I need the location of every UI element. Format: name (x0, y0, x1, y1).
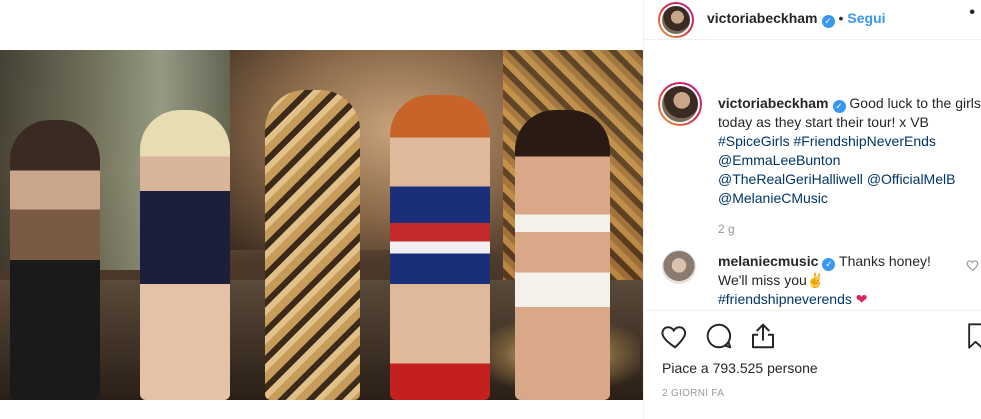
performer-2 (140, 110, 230, 400)
post-photo[interactable] (0, 50, 643, 400)
author-username[interactable]: victoriabeckham (707, 10, 818, 26)
performer-5 (515, 110, 610, 400)
bookmark-icon[interactable] (968, 321, 981, 351)
victory-hand-emoji: ✌ (806, 272, 825, 288)
mention-link[interactable]: @EmmaLeeBunton (718, 152, 840, 168)
header-name-row: victoriabeckham ✓ • Segui (707, 10, 886, 28)
heart-icon[interactable] (660, 321, 690, 351)
caption-username[interactable]: victoriabeckham (718, 95, 829, 111)
commenter-avatar[interactable] (662, 250, 696, 284)
mention-link[interactable]: @OfficialMelB (867, 171, 956, 187)
mention-link[interactable]: @TheRealGeriHalliwell (718, 171, 863, 187)
comment-body-line-1: Thanks honey! (839, 253, 931, 269)
share-icon[interactable] (748, 321, 778, 351)
verified-badge-icon: ✓ (821, 15, 835, 28)
comment-icon[interactable] (704, 321, 734, 351)
mention-link[interactable]: @MelanieCMusic (718, 190, 828, 206)
comments-section: victoriabeckham ✓ Good luck to the girls … (644, 72, 981, 310)
caption-time-ago: 2 g (718, 222, 735, 236)
comment-body-line-2: We'll miss you (718, 272, 807, 288)
performer-4 (390, 95, 490, 400)
commenter-username[interactable]: melaniecmusic (718, 253, 818, 269)
comment-text: melaniecmusic ✓ Thanks honey! We'll miss … (718, 252, 973, 309)
hashtag-link[interactable]: #FriendshipNeverEnds (793, 133, 935, 149)
red-heart-emoji: ❤ (855, 291, 868, 307)
photo-pane (0, 0, 643, 419)
verified-badge-icon: ✓ (832, 100, 846, 113)
hashtag-link[interactable]: #friendshipneverends (718, 291, 852, 307)
hashtag-link[interactable]: #SpiceGirls (718, 133, 790, 149)
more-options-icon[interactable]: • (969, 4, 976, 22)
author-avatar[interactable] (658, 2, 694, 38)
post-header: victoriabeckham ✓ • Segui • (644, 0, 981, 40)
action-bar (644, 310, 981, 360)
post-side-panel: victoriabeckham ✓ • Segui • victoriabeckham… (643, 0, 981, 419)
caption-avatar[interactable] (658, 82, 702, 126)
separator-dot: • (838, 10, 844, 26)
comment-like-heart-icon[interactable] (966, 258, 980, 272)
post-date: 2 GIORNI FA (662, 388, 725, 399)
performer-3 (265, 90, 360, 400)
follow-button[interactable]: Segui (847, 10, 885, 26)
likes-count[interactable]: Piace a 793.525 persone (662, 360, 818, 376)
performer-1 (10, 120, 100, 400)
verified-badge-icon: ✓ (822, 258, 836, 271)
caption-text: victoriabeckham ✓ Good luck to the girls … (718, 94, 981, 208)
